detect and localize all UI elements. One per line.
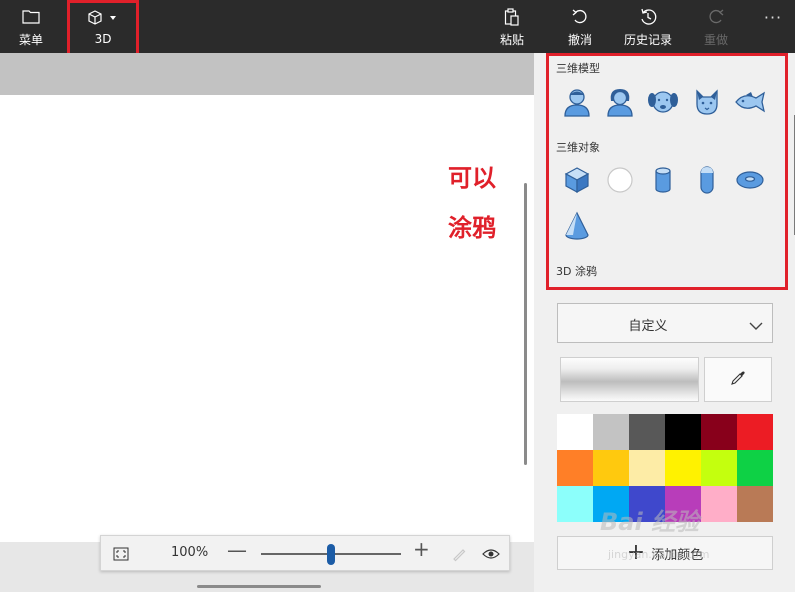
man-model-icon[interactable]: [557, 84, 597, 120]
menu-button[interactable]: 菜单: [10, 0, 52, 53]
zoom-value: 100%: [171, 545, 209, 560]
brush-type-value: 自定义: [628, 319, 668, 334]
current-color-preview[interactable]: [560, 357, 699, 402]
3d-label: 3D: [94, 32, 112, 46]
color-swatch[interactable]: [665, 414, 701, 450]
horizontal-scrollbar[interactable]: [197, 585, 321, 588]
color-swatch[interactable]: [593, 486, 629, 522]
color-swatch[interactable]: [737, 486, 773, 522]
add-color-button[interactable]: + 添加颜色: [557, 536, 773, 570]
cone-icon[interactable]: [557, 208, 597, 244]
redo-icon: [705, 6, 727, 28]
plus-icon: +: [626, 540, 646, 565]
color-swatch[interactable]: [665, 450, 701, 486]
pen-icon[interactable]: [449, 544, 469, 564]
color-swatch[interactable]: [701, 450, 737, 486]
annotation-line-1: 可以: [448, 164, 496, 192]
color-swatch[interactable]: [629, 414, 665, 450]
undo-button[interactable]: 撤消: [562, 0, 598, 53]
color-swatch[interactable]: [665, 486, 701, 522]
objects-section-title: 三维对象: [556, 141, 600, 154]
zoom-in-button[interactable]: +: [413, 537, 430, 561]
annotation-line-2: 涂鸦: [448, 214, 496, 242]
undo-label: 撤消: [567, 32, 592, 47]
models-section-title: 三维模型: [556, 62, 600, 75]
color-swatch[interactable]: [557, 450, 593, 486]
color-swatch[interactable]: [629, 486, 665, 522]
redo-button[interactable]: 重做: [698, 0, 734, 53]
woman-model-icon[interactable]: [600, 84, 640, 120]
vertical-scrollbar[interactable]: [524, 183, 527, 465]
clipboard-icon: [501, 6, 523, 28]
canvas-background-band: [0, 53, 534, 95]
color-swatch[interactable]: [593, 450, 629, 486]
color-swatch[interactable]: [737, 450, 773, 486]
paste-button[interactable]: 粘贴: [494, 0, 530, 53]
color-swatch[interactable]: [593, 414, 629, 450]
zoom-bar: 100% — +: [100, 535, 510, 571]
cylinder-icon[interactable]: [643, 162, 683, 198]
doodle-section-title: 3D 涂鸦: [556, 265, 597, 278]
redo-label: 重做: [703, 32, 728, 47]
color-swatch[interactable]: [701, 486, 737, 522]
fit-to-screen-icon[interactable]: [111, 544, 131, 564]
side-panel: 三维模型 三维对象 3D 涂鸦 自定义 + 添加颜色: [534, 53, 795, 592]
canvas-area[interactable]: 可以 涂鸦: [0, 53, 534, 592]
menu-label: 菜单: [18, 32, 43, 47]
capsule-icon[interactable]: [687, 162, 727, 198]
color-swatch[interactable]: [737, 414, 773, 450]
chevron-down-icon: [749, 316, 763, 335]
cube-icon[interactable]: [557, 162, 597, 198]
eyedropper-button[interactable]: [704, 357, 772, 402]
eye-icon[interactable]: [480, 544, 502, 564]
chevron-down-icon: [110, 16, 116, 20]
zoom-slider-thumb[interactable]: [327, 544, 335, 565]
brush-type-select[interactable]: 自定义: [557, 303, 773, 343]
add-color-label: 添加颜色: [651, 547, 704, 563]
sphere-icon[interactable]: [600, 162, 640, 198]
fish-model-icon[interactable]: [730, 84, 770, 120]
more-options-button[interactable]: ···: [758, 6, 788, 28]
cube-outline-icon: [85, 7, 121, 29]
annotation-text: 可以 涂鸦: [448, 153, 518, 253]
history-button[interactable]: 历史记录: [618, 0, 678, 53]
eyedropper-icon: [730, 370, 746, 390]
color-swatch[interactable]: [557, 486, 593, 522]
folder-icon: [20, 6, 42, 28]
undo-icon: [569, 6, 591, 28]
color-swatch[interactable]: [557, 414, 593, 450]
torus-icon[interactable]: [730, 162, 770, 198]
color-palette: [557, 414, 773, 522]
cat-model-icon[interactable]: [687, 84, 727, 120]
top-toolbar: 菜单 3D 粘贴 撤消 历史记录 重做 ···: [0, 0, 795, 53]
zoom-out-button[interactable]: —: [227, 538, 247, 562]
color-swatch[interactable]: [701, 414, 737, 450]
dog-model-icon[interactable]: [643, 84, 683, 120]
history-label: 历史记录: [623, 32, 672, 47]
3d-button[interactable]: 3D: [70, 0, 136, 53]
paste-label: 粘贴: [499, 32, 524, 47]
history-icon: [637, 6, 659, 28]
color-swatch[interactable]: [629, 450, 665, 486]
